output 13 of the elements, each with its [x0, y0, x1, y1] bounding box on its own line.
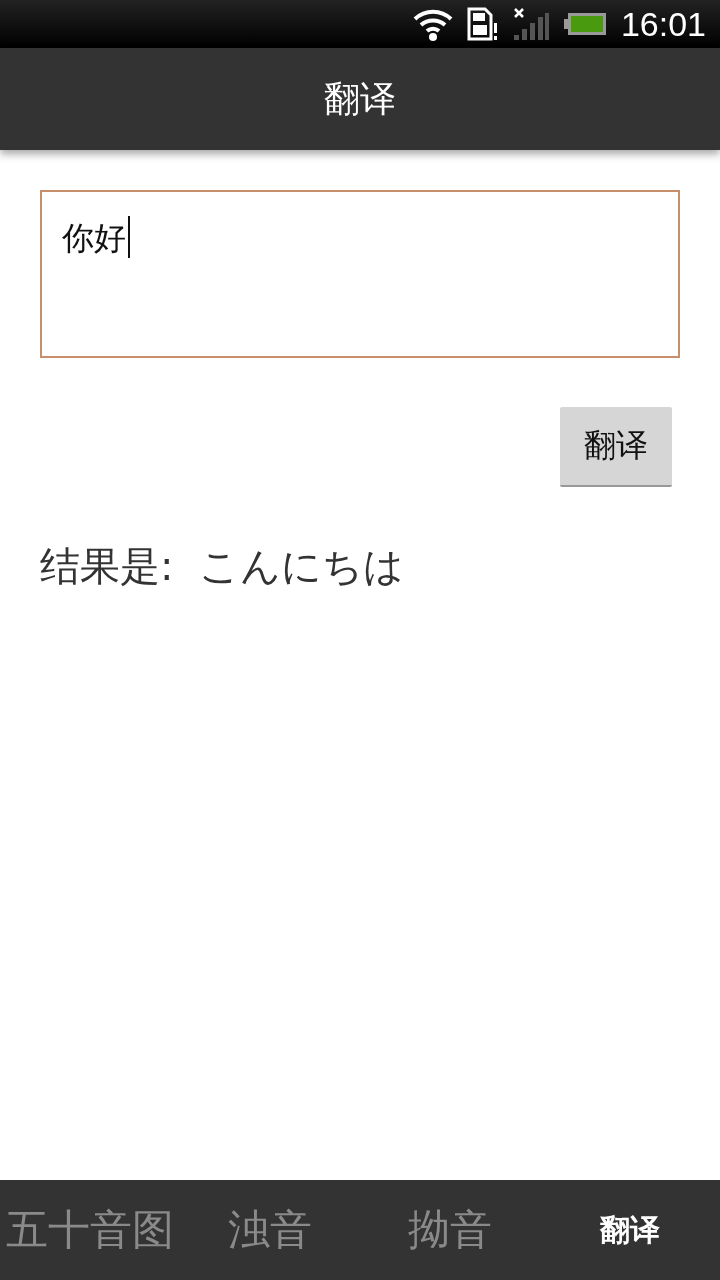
translate-button[interactable]: 翻译 [560, 407, 672, 487]
battery-icon [562, 12, 607, 36]
text-input-field[interactable]: 你好 [40, 190, 680, 358]
tab[interactable]: 翻译 [540, 1180, 720, 1280]
no-signal-icon [512, 7, 549, 41]
tab[interactable]: 拗音 [360, 1180, 540, 1280]
result-text: 结果是: こんにちは [40, 542, 405, 591]
tab[interactable]: 浊音 [180, 1180, 360, 1280]
sim-card-icon [466, 7, 499, 41]
clock-time: 16:01 [620, 4, 706, 44]
wifi-icon [412, 7, 453, 41]
tab[interactable]: 五十音图 [0, 1180, 180, 1280]
screen-title: 翻译 [324, 76, 396, 121]
